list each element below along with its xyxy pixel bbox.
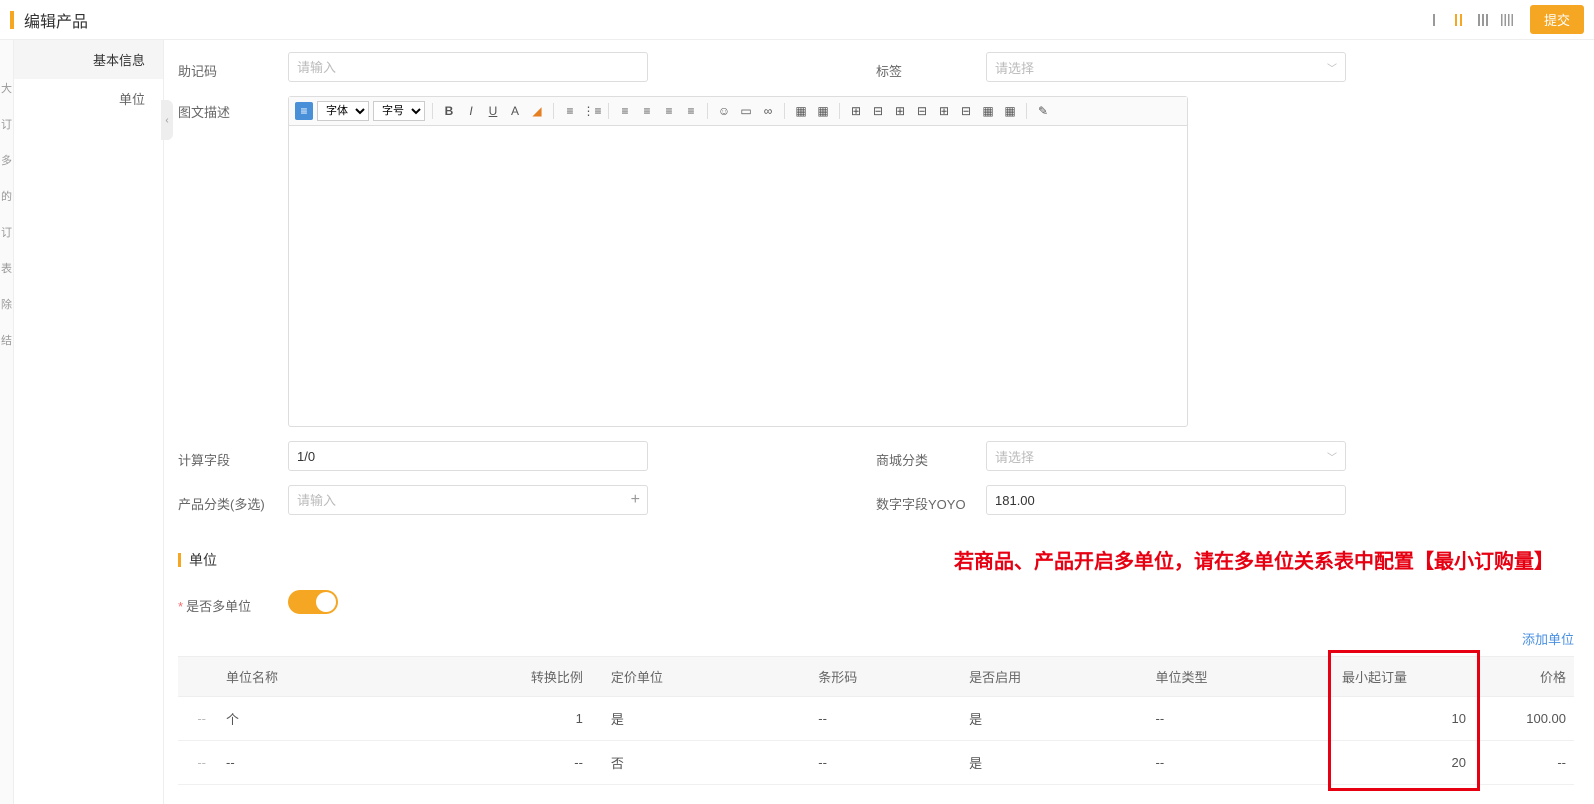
- sidebar-collapse-toggle[interactable]: ‹: [161, 100, 173, 140]
- col-barcode: 条形码: [810, 657, 961, 697]
- sidebar-item-basic-info[interactable]: 基本信息: [14, 40, 163, 79]
- image-icon[interactable]: ▭: [737, 102, 755, 120]
- emoji-icon[interactable]: ☺: [715, 102, 733, 120]
- source-mode-icon[interactable]: ≡: [295, 102, 313, 120]
- layout-2col-icon[interactable]: [1450, 11, 1468, 29]
- align-center-icon[interactable]: ≡: [638, 102, 656, 120]
- layout-3col-icon[interactable]: [1474, 11, 1492, 29]
- cell-props-icon[interactable]: ▦: [979, 102, 997, 120]
- editor-body[interactable]: [289, 126, 1187, 426]
- insert-col-icon[interactable]: ⊞: [891, 102, 909, 120]
- sidebar-item-label: 基本信息: [93, 53, 145, 68]
- toggle-knob: [316, 592, 336, 612]
- col-type: 单位类型: [1148, 657, 1334, 697]
- delete-col-icon[interactable]: ⊟: [913, 102, 931, 120]
- insert-row-icon[interactable]: ⊞: [847, 102, 865, 120]
- col-unit-name: 单位名称: [218, 657, 404, 697]
- bold-icon[interactable]: B: [440, 102, 458, 120]
- layout-1col-icon[interactable]: [1426, 11, 1444, 29]
- sidebar: 基本信息 单位 ‹: [14, 40, 164, 804]
- mall-category-label: 商城分类: [876, 444, 986, 469]
- calc-field-input[interactable]: [288, 441, 648, 471]
- col-ratio: 转换比例: [404, 657, 590, 697]
- submit-button[interactable]: 提交: [1530, 5, 1584, 34]
- left-strip: 大订多的订表除结: [0, 40, 14, 804]
- table-icon[interactable]: ▦: [792, 102, 810, 120]
- ordered-list-icon[interactable]: ≡: [561, 102, 579, 120]
- align-left-icon[interactable]: ≡: [616, 102, 634, 120]
- multi-unit-label: *是否多单位: [178, 590, 288, 615]
- align-justify-icon[interactable]: ≡: [682, 102, 700, 120]
- underline-icon[interactable]: U: [484, 102, 502, 120]
- annotation-text: 若商品、产品开启多单位，请在多单位关系表中配置【最小订购量】: [954, 545, 1554, 574]
- col-enabled: 是否启用: [961, 657, 1147, 697]
- mall-category-select[interactable]: 请选择 ﹀: [986, 441, 1346, 471]
- header-accent-bar: [10, 11, 14, 29]
- col-min-order: 最小起订量: [1334, 657, 1474, 697]
- tags-label: 标签: [876, 55, 986, 80]
- clear-format-icon[interactable]: ✎: [1034, 102, 1052, 120]
- mall-category-placeholder: 请选择: [995, 447, 1034, 466]
- unit-table: 单位名称 转换比例 定价单位 条形码 是否启用 单位类型 最小起订量 价格 --: [178, 656, 1574, 785]
- editor-toolbar: ≡ 字体 字号 B I U A ◢ ≡ ⋮≡: [289, 97, 1187, 126]
- section-accent-bar: [178, 553, 181, 567]
- merge-cells-icon[interactable]: ⊞: [935, 102, 953, 120]
- col-price-unit: 定价单位: [591, 657, 810, 697]
- product-category-label: 产品分类(多选): [178, 488, 288, 513]
- table-props-icon[interactable]: ▦: [1001, 102, 1019, 120]
- add-unit-link[interactable]: 添加单位: [1522, 632, 1574, 647]
- align-right-icon[interactable]: ≡: [660, 102, 678, 120]
- unit-section-title: 单位: [189, 550, 217, 570]
- tags-select[interactable]: 请选择 ﹀: [986, 52, 1346, 82]
- mnemonic-input[interactable]: [288, 52, 648, 82]
- table-header-row: 单位名称 转换比例 定价单位 条形码 是否启用 单位类型 最小起订量 价格: [178, 657, 1574, 697]
- desc-label: 图文描述: [178, 96, 288, 121]
- num-field-label: 数字字段YOYO: [876, 488, 986, 513]
- header: 编辑产品 提交: [0, 0, 1594, 40]
- header-actions: 提交: [1426, 5, 1584, 34]
- page-title: 编辑产品: [24, 8, 1426, 32]
- unordered-list-icon[interactable]: ⋮≡: [583, 102, 601, 120]
- font-size-select[interactable]: 字号: [373, 101, 425, 121]
- font-family-select[interactable]: 字体: [317, 101, 369, 121]
- bg-color-icon[interactable]: ◢: [528, 102, 546, 120]
- rich-text-editor: ≡ 字体 字号 B I U A ◢ ≡ ⋮≡: [288, 96, 1188, 427]
- sidebar-item-unit[interactable]: 单位: [14, 79, 163, 118]
- calc-field-label: 计算字段: [178, 444, 288, 469]
- table-row[interactable]: -- 个 1 是 -- 是 -- 10 100.00: [178, 697, 1574, 741]
- multi-unit-toggle[interactable]: [288, 590, 338, 614]
- sidebar-item-label: 单位: [119, 92, 145, 107]
- font-color-icon[interactable]: A: [506, 102, 524, 120]
- chevron-down-icon: ﹀: [1327, 60, 1337, 75]
- table2-icon[interactable]: ▦: [814, 102, 832, 120]
- chevron-left-icon: ‹: [165, 115, 168, 126]
- tags-placeholder: 请选择: [995, 58, 1034, 77]
- chevron-down-icon: ﹀: [1327, 449, 1337, 464]
- table-row[interactable]: -- -- -- 否 -- 是 -- 20 --: [178, 741, 1574, 785]
- product-category-input[interactable]: [288, 485, 648, 515]
- plus-icon[interactable]: +: [631, 491, 640, 509]
- main-content: 助记码 标签 请选择 ﹀ 图文描述: [164, 40, 1594, 804]
- delete-row-icon[interactable]: ⊟: [869, 102, 887, 120]
- italic-icon[interactable]: I: [462, 102, 480, 120]
- split-cells-icon[interactable]: ⊟: [957, 102, 975, 120]
- num-field-input[interactable]: [986, 485, 1346, 515]
- layout-4col-icon[interactable]: [1498, 11, 1516, 29]
- link-icon[interactable]: ∞: [759, 102, 777, 120]
- mnemonic-label: 助记码: [178, 55, 288, 80]
- col-price: 价格: [1474, 657, 1574, 697]
